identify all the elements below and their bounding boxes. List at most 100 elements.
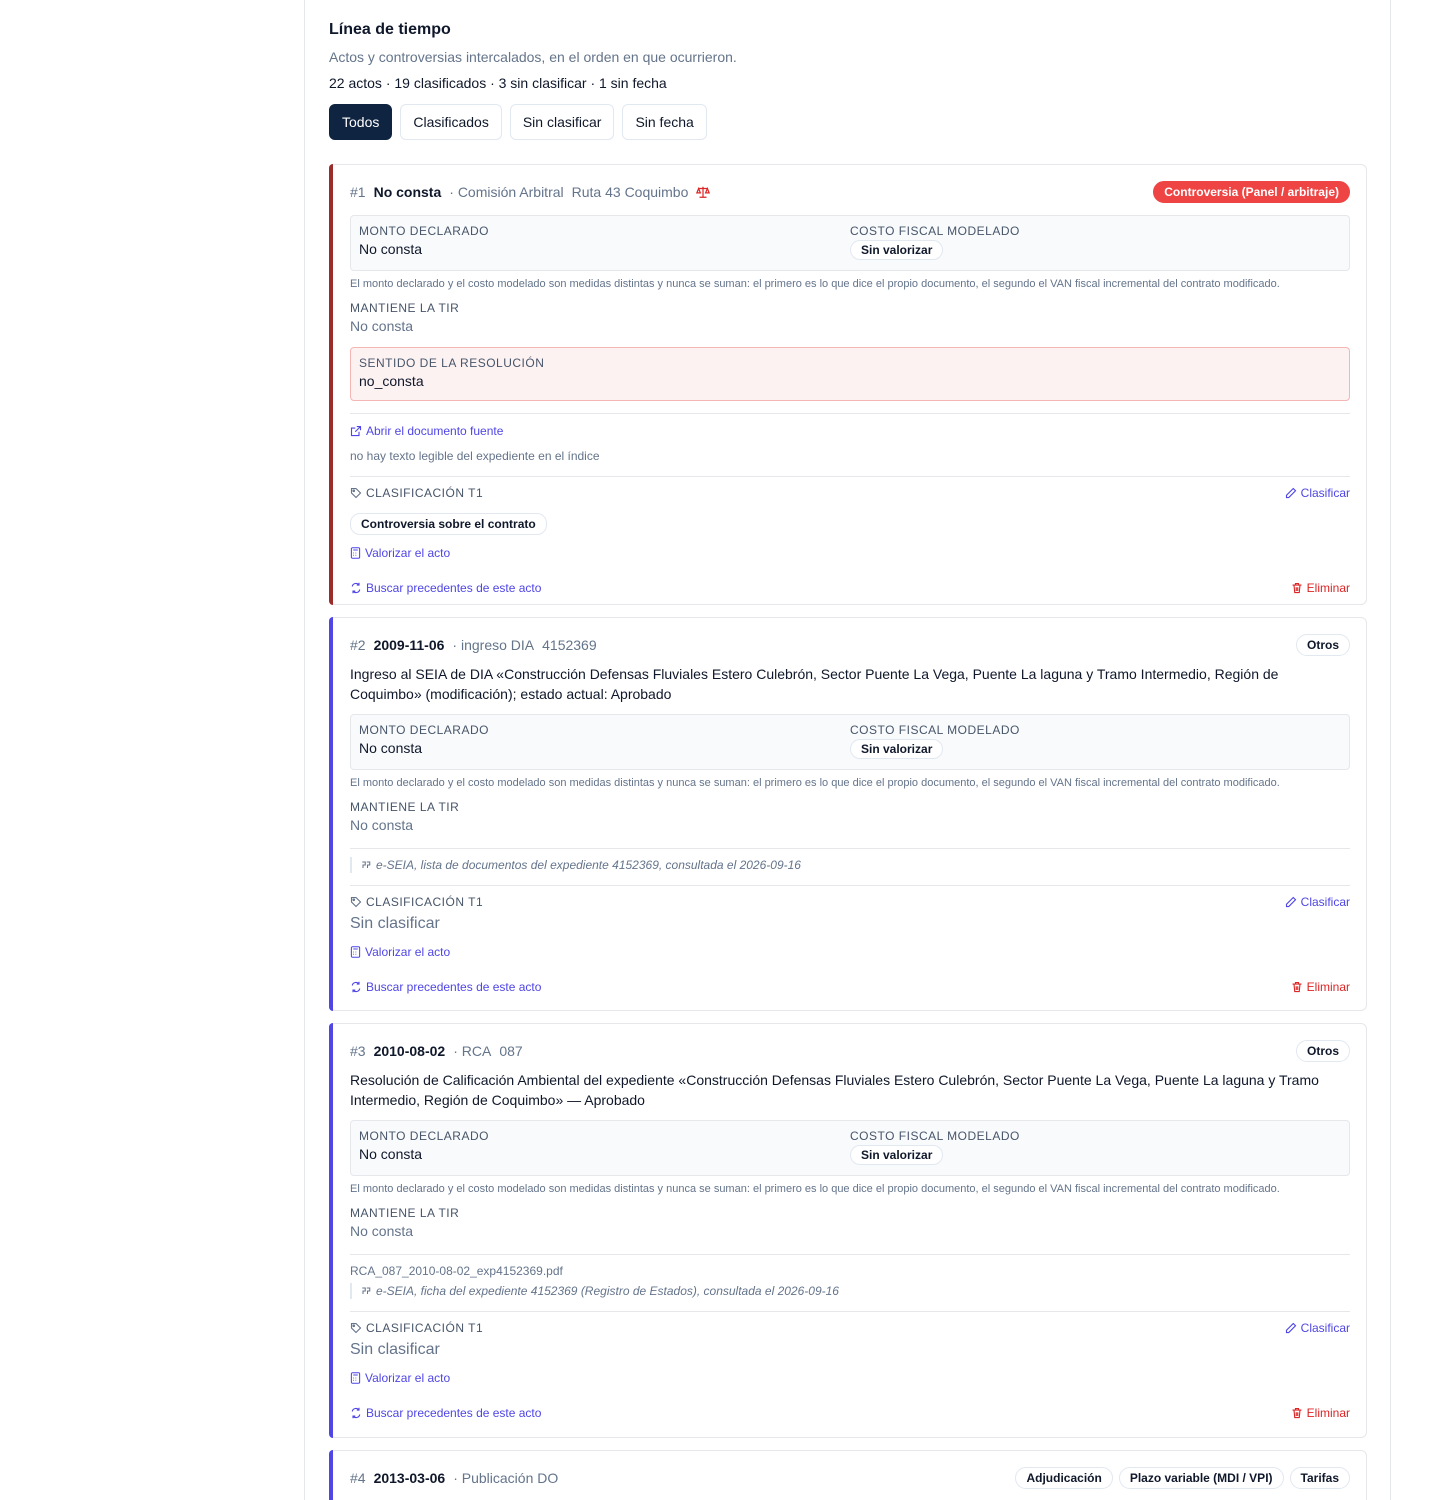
act-date: 2010-08-02 — [373, 1043, 446, 1059]
act-date: No consta — [373, 184, 442, 200]
resolution-value: no_consta — [359, 373, 424, 389]
source-filename: RCA_087_2010-08-02_exp4152369.pdf — [350, 1264, 563, 1278]
classify-link[interactable]: Clasificar — [1285, 485, 1350, 501]
timeline-card-controversy: #1 No consta · Comisión Arbitral Ruta 43… — [329, 164, 1367, 605]
act-kind: · RCA — [453, 1043, 492, 1059]
classify-link[interactable]: Clasificar — [1285, 894, 1350, 910]
money-box: MONTO DECLARADO No consta COSTO FISCAL MO… — [350, 1120, 1350, 1176]
monto-label: MONTO DECLARADO — [359, 723, 489, 737]
precedents-link[interactable]: Buscar precedentes de este acto — [350, 979, 541, 995]
timeline-card-act: #4 2013-03-06 · Publicación DO Adjudicac… — [329, 1450, 1367, 1500]
trash-icon — [1291, 1407, 1303, 1419]
tir-label: MANTIENE LA TIR — [350, 1206, 460, 1220]
trash-icon — [1291, 582, 1303, 594]
precedents-link[interactable]: Buscar precedentes de este acto — [350, 1405, 541, 1421]
filter-todos-button[interactable]: Todos — [329, 104, 393, 140]
tir-label: MANTIENE LA TIR — [350, 301, 460, 315]
money-box: MONTO DECLARADO No consta COSTO FISCAL MO… — [350, 215, 1350, 271]
quote-icon — [360, 859, 372, 871]
precedents-link[interactable]: Buscar precedentes de este acto — [350, 580, 541, 596]
monto-value: No consta — [359, 1146, 423, 1162]
costo-pill: Sin valorizar — [850, 240, 944, 260]
act-description: Ingreso al SEIA de DIA «Construcción Def… — [350, 666, 1279, 702]
costo-pill: Sin valorizar — [850, 1145, 944, 1165]
monto-label: MONTO DECLARADO — [359, 224, 489, 238]
valorizar-link[interactable]: Valorizar el acto — [350, 944, 450, 960]
money-box: MONTO DECLARADO No consta COSTO FISCAL MO… — [350, 714, 1350, 770]
act-reference: 4152369 — [542, 637, 597, 653]
costo-label: COSTO FISCAL MODELADO — [850, 1129, 1020, 1143]
costo-label: COSTO FISCAL MODELADO — [850, 224, 1020, 238]
monto-label: MONTO DECLARADO — [359, 1129, 489, 1143]
trash-icon — [1291, 981, 1303, 993]
tir-value: No consta — [350, 817, 414, 833]
filter-sin-clasificar-button[interactable]: Sin clasificar — [509, 104, 615, 140]
costo-pill: Sin valorizar — [850, 739, 944, 759]
calculator-icon — [350, 946, 361, 958]
controversy-badge: Controversia (Panel / arbitraje) — [1153, 181, 1350, 203]
tag-icon — [350, 896, 362, 908]
act-date: 2009-11-06 — [373, 637, 445, 653]
money-note: El monto declarado y el costo modelado s… — [350, 278, 1280, 290]
filter-sin-fecha-button[interactable]: Sin fecha — [622, 104, 707, 140]
open-source-label: Abrir el documento fuente — [366, 424, 504, 438]
act-reference: 087 — [499, 1043, 523, 1059]
pencil-icon — [1285, 487, 1297, 499]
act-number: #1 — [350, 184, 366, 200]
money-note: El monto declarado y el costo modelado s… — [350, 1183, 1280, 1195]
tag-icon — [350, 1322, 362, 1334]
monto-value: No consta — [359, 740, 423, 756]
resolution-label: SENTIDO DE LA RESOLUCIÓN — [359, 356, 545, 370]
pencil-icon — [1285, 896, 1297, 908]
category-badge: Otros — [1295, 634, 1350, 656]
external-link-icon — [350, 425, 362, 437]
main-panel: Línea de tiempo Actos y controversias in… — [305, 0, 1391, 1500]
act-date: 2013-03-06 — [373, 1470, 446, 1486]
classify-link[interactable]: Clasificar — [1285, 1320, 1350, 1336]
category-badge: Tarifas — [1289, 1467, 1350, 1489]
act-number: #2 — [350, 637, 366, 653]
valorizar-link[interactable]: Valorizar el acto — [350, 1370, 450, 1386]
category-badge: Adjudicación — [1015, 1467, 1113, 1489]
delete-link[interactable]: Eliminar — [1291, 581, 1350, 595]
open-source-link[interactable]: Abrir el documento fuente — [350, 423, 503, 439]
unclassified-text: Sin clasificar — [350, 915, 440, 932]
classification-label: CLASIFICACIÓN T1 — [350, 895, 483, 909]
act-kind: · ingreso DIA — [452, 637, 535, 653]
valorizar-link[interactable]: Valorizar el acto — [350, 545, 450, 561]
source-quote: e-SEIA, ficha del expediente 4152369 (Re… — [350, 1283, 1350, 1299]
arrows-icon — [350, 1407, 362, 1419]
classification-pill: Controversia sobre el contrato — [350, 513, 547, 535]
calculator-icon — [350, 547, 361, 559]
resolution-box: SENTIDO DE LA RESOLUCIÓN no_consta — [350, 347, 1350, 401]
category-badge: Plazo variable (MDI / VPI) — [1118, 1467, 1284, 1489]
act-reference: Ruta 43 Coquimbo — [571, 184, 689, 200]
pencil-icon — [1285, 1322, 1297, 1334]
quote-icon — [360, 1285, 372, 1297]
category-badge: Otros — [1295, 1040, 1350, 1062]
arrows-icon — [350, 981, 362, 993]
timeline-card-act: #3 2010-08-02 · RCA 087 Otros Resolución… — [329, 1023, 1367, 1438]
act-kind: · Publicación DO — [453, 1470, 559, 1486]
tir-value: No consta — [350, 1223, 414, 1239]
classification-label: CLASIFICACIÓN T1 — [350, 1321, 483, 1335]
delete-link[interactable]: Eliminar — [1291, 980, 1350, 994]
filter-bar: Todos Clasificados Sin clasificar Sin fe… — [329, 104, 1366, 140]
tir-value: No consta — [350, 318, 414, 334]
filter-clasificados-button[interactable]: Clasificados — [400, 104, 502, 140]
calculator-icon — [350, 1372, 361, 1384]
tag-icon — [350, 487, 362, 499]
money-note: El monto declarado y el costo modelado s… — [350, 777, 1280, 789]
act-number: #3 — [350, 1043, 366, 1059]
act-kind: · Comisión Arbitral — [449, 184, 564, 200]
delete-link[interactable]: Eliminar — [1291, 1406, 1350, 1420]
monto-value: No consta — [359, 241, 423, 257]
source-quote: e-SEIA, lista de documentos del expedien… — [350, 857, 1350, 873]
act-description: Resolución de Calificación Ambiental del… — [350, 1072, 1319, 1108]
timeline-stats: 22 actos · 19 clasificados · 3 sin clasi… — [329, 75, 667, 91]
timeline-card-act: #2 2009-11-06 · ingreso DIA 4152369 Otro… — [329, 617, 1367, 1011]
act-number: #4 — [350, 1470, 366, 1486]
arrows-icon — [350, 582, 362, 594]
unclassified-text: Sin clasificar — [350, 1341, 440, 1358]
page-title: Línea de tiempo — [329, 21, 451, 38]
